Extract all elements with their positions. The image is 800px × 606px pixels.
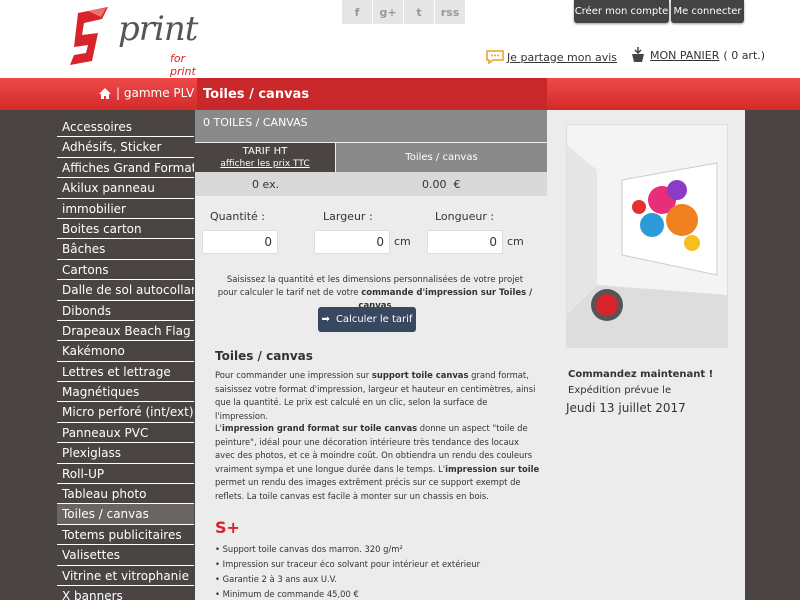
home-icon[interactable] — [98, 87, 112, 100]
page-title: Toiles / canvas — [197, 78, 547, 110]
product-name-cell: Toiles / canvas — [336, 143, 547, 172]
sidebar-item[interactable]: Accessoires — [57, 117, 194, 138]
cart-link[interactable]: MON PANIER ( 0 art.) — [630, 46, 765, 64]
feature-item: • Garantie 2 à 3 ans aux U.V. — [215, 574, 337, 584]
login-button[interactable]: Me connecter — [671, 0, 744, 23]
logo-mark-icon — [70, 7, 108, 65]
sidebar-item[interactable]: Magnétiques — [57, 382, 194, 403]
sidebar-item[interactable]: Panneaux PVC — [57, 423, 194, 444]
length-unit: cm — [507, 235, 524, 248]
breadcrumb-range[interactable]: | gamme PLV — [116, 86, 194, 100]
logo-tagline: for print — [170, 52, 196, 78]
facebook-icon[interactable]: f — [342, 0, 373, 24]
arrow-right-icon: ➡ — [321, 314, 330, 325]
sidebar-item[interactable]: X banners — [57, 586, 194, 606]
p2-text-a: L' — [215, 423, 222, 433]
p1-text-a: Pour commander une impression sur — [215, 370, 372, 380]
create-account-button[interactable]: Créer mon compte — [574, 0, 669, 23]
sidebar-item[interactable]: Vitrine et vitrophanie — [57, 566, 194, 586]
canvas-room-illustration — [567, 125, 727, 347]
twitter-icon[interactable]: t — [404, 0, 435, 24]
share-opinion-link[interactable]: Je partage mon avis — [486, 50, 617, 64]
header: print for print f g+ t rss Créer mon com… — [0, 0, 800, 78]
sidebar-item[interactable]: Adhésifs, Sticker — [57, 137, 194, 158]
cart-label: MON PANIER — [650, 48, 720, 62]
calculate-label: Calculer le tarif — [335, 314, 413, 325]
sidebar-item[interactable]: Totems publicitaires — [57, 525, 194, 546]
breadcrumb: | gamme PLV — [98, 86, 194, 100]
sidebar-item[interactable]: Valisettes — [57, 545, 194, 566]
order-now-title: Commandez maintenant ! — [568, 369, 714, 380]
p2-bold-1: impression grand format sur toile canvas — [221, 423, 418, 433]
feature-item: • Impression sur traceur éco solvant pou… — [215, 559, 481, 569]
shipping-date: Jeudi 13 juillet 2017 — [566, 401, 686, 415]
rss-icon[interactable]: rss — [435, 0, 466, 24]
qty-input[interactable]: 0 — [202, 230, 278, 254]
tarif-label: TARIF HT — [242, 146, 288, 157]
hint-text: pour calculer le tarif net de votre — [217, 288, 362, 298]
tarif-cell: TARIF HT afficher les prix TTC — [195, 143, 335, 172]
count-title: 0 TOILES / CANVAS — [195, 110, 547, 142]
sidebar-item[interactable]: Cartons — [57, 260, 194, 281]
width-label: Largeur : — [323, 210, 373, 223]
sidebar-item[interactable]: Plexiglass — [57, 443, 194, 464]
section-heading: Toiles / canvas — [215, 349, 313, 363]
width-unit: cm — [394, 235, 411, 248]
sidebar-item[interactable]: Kakémono — [57, 341, 194, 362]
length-input[interactable]: 0 — [427, 230, 503, 254]
logo-word: print — [118, 9, 198, 49]
sidebar-item[interactable]: Tableau photo — [57, 484, 194, 505]
sidebar-item[interactable]: Akilux panneau — [57, 178, 194, 199]
share-opinion-label: Je partage mon avis — [507, 50, 618, 64]
sidebar-item[interactable]: Boites carton — [57, 219, 194, 240]
qty-value: 0 ex. — [252, 178, 280, 191]
sidebar-item[interactable]: Dalle de sol autocollante — [57, 280, 194, 301]
price-value: 0.00 € — [422, 178, 461, 191]
sidebar-item[interactable]: Toiles / canvas — [57, 504, 194, 525]
calculate-button[interactable]: ➡ Calculer le tarif — [318, 307, 416, 332]
description-paragraph-1: Pour commander une impression sur suppor… — [215, 369, 540, 423]
sidebar-item[interactable]: immobilier — [57, 199, 194, 219]
product-image — [566, 124, 728, 348]
p2-text-e: permet un rendu des images extrêment pré… — [215, 477, 521, 501]
p2-bold-2: impression sur toile — [445, 463, 540, 474]
sidebar-item[interactable]: Bâches — [57, 239, 194, 260]
speech-bubble-icon — [486, 50, 504, 64]
sprint-plus-logo: S+ — [215, 518, 240, 537]
feature-item: • Support toile canvas dos marron. 320 g… — [215, 544, 403, 554]
feature-list: • Support toile canvas dos marron. 320 g… — [215, 542, 480, 602]
sprint-logo[interactable]: print for print — [68, 3, 208, 78]
google-plus-icon[interactable]: g+ — [373, 0, 404, 24]
hint-line-1: Saisissez la quantité et les dimensions … — [226, 275, 524, 285]
cart-icon — [632, 47, 644, 62]
social-links: f g+ t rss — [342, 0, 466, 24]
sidebar-item[interactable]: Roll-UP — [57, 464, 194, 485]
sidebar-item[interactable]: Dibonds — [57, 301, 194, 321]
sidebar-item[interactable]: Micro perforé (int/ext) — [57, 402, 194, 423]
price-row: 0 ex. 0.00 € — [195, 172, 547, 196]
shipping-label: Expédition prévue le — [568, 385, 672, 396]
p1-bold: support toile canvas — [371, 370, 469, 380]
qty-label: Quantité : — [210, 210, 265, 223]
sidebar-item[interactable]: Affiches Grand Format — [57, 158, 194, 179]
show-ttc-link[interactable]: afficher les prix TTC — [220, 159, 309, 169]
sidebar-item[interactable]: Drapeaux Beach Flag — [57, 321, 194, 342]
length-label: Longueur : — [435, 210, 495, 223]
cart-count: ( 0 art.) — [723, 48, 766, 62]
sidebar: Accessoires Adhésifs, Sticker Affiches Gra… — [57, 117, 194, 606]
width-input[interactable]: 0 — [314, 230, 390, 254]
sidebar-item[interactable]: Lettres et lettrage — [57, 362, 194, 383]
description-paragraph-2: L'impression grand format sur toile canv… — [215, 422, 540, 503]
